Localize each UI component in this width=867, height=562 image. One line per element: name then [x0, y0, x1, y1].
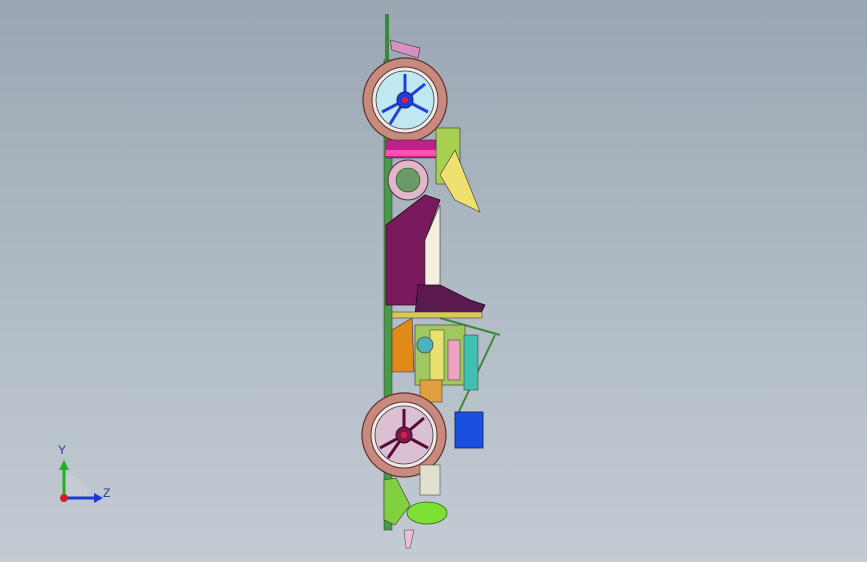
fuel-tank	[391, 317, 415, 373]
car-assembly-model[interactable]	[0, 0, 867, 562]
upper-pink-band	[386, 150, 436, 156]
y-axis-arrow	[59, 460, 69, 470]
y-axis-label: Y	[58, 443, 67, 457]
origin-dot	[60, 494, 68, 502]
rear-tail	[403, 529, 415, 549]
rear-lime-disc	[406, 501, 448, 525]
z-axis-label: Z	[103, 486, 111, 500]
front-wing-strut	[389, 39, 421, 59]
engine-pulley	[416, 336, 434, 354]
battery-box	[454, 411, 484, 449]
cad-graphics-viewport[interactable]: Y Z	[0, 0, 867, 562]
exhaust	[419, 464, 441, 496]
front-wheel	[362, 57, 448, 143]
z-axis-arrow	[94, 493, 103, 503]
triad-plane-arc	[64, 474, 88, 498]
seat	[414, 284, 486, 316]
rear-wing-lower	[383, 477, 411, 526]
rear-wheel	[361, 392, 447, 478]
axis-triad	[59, 460, 103, 503]
engine-frame-top	[391, 311, 483, 319]
